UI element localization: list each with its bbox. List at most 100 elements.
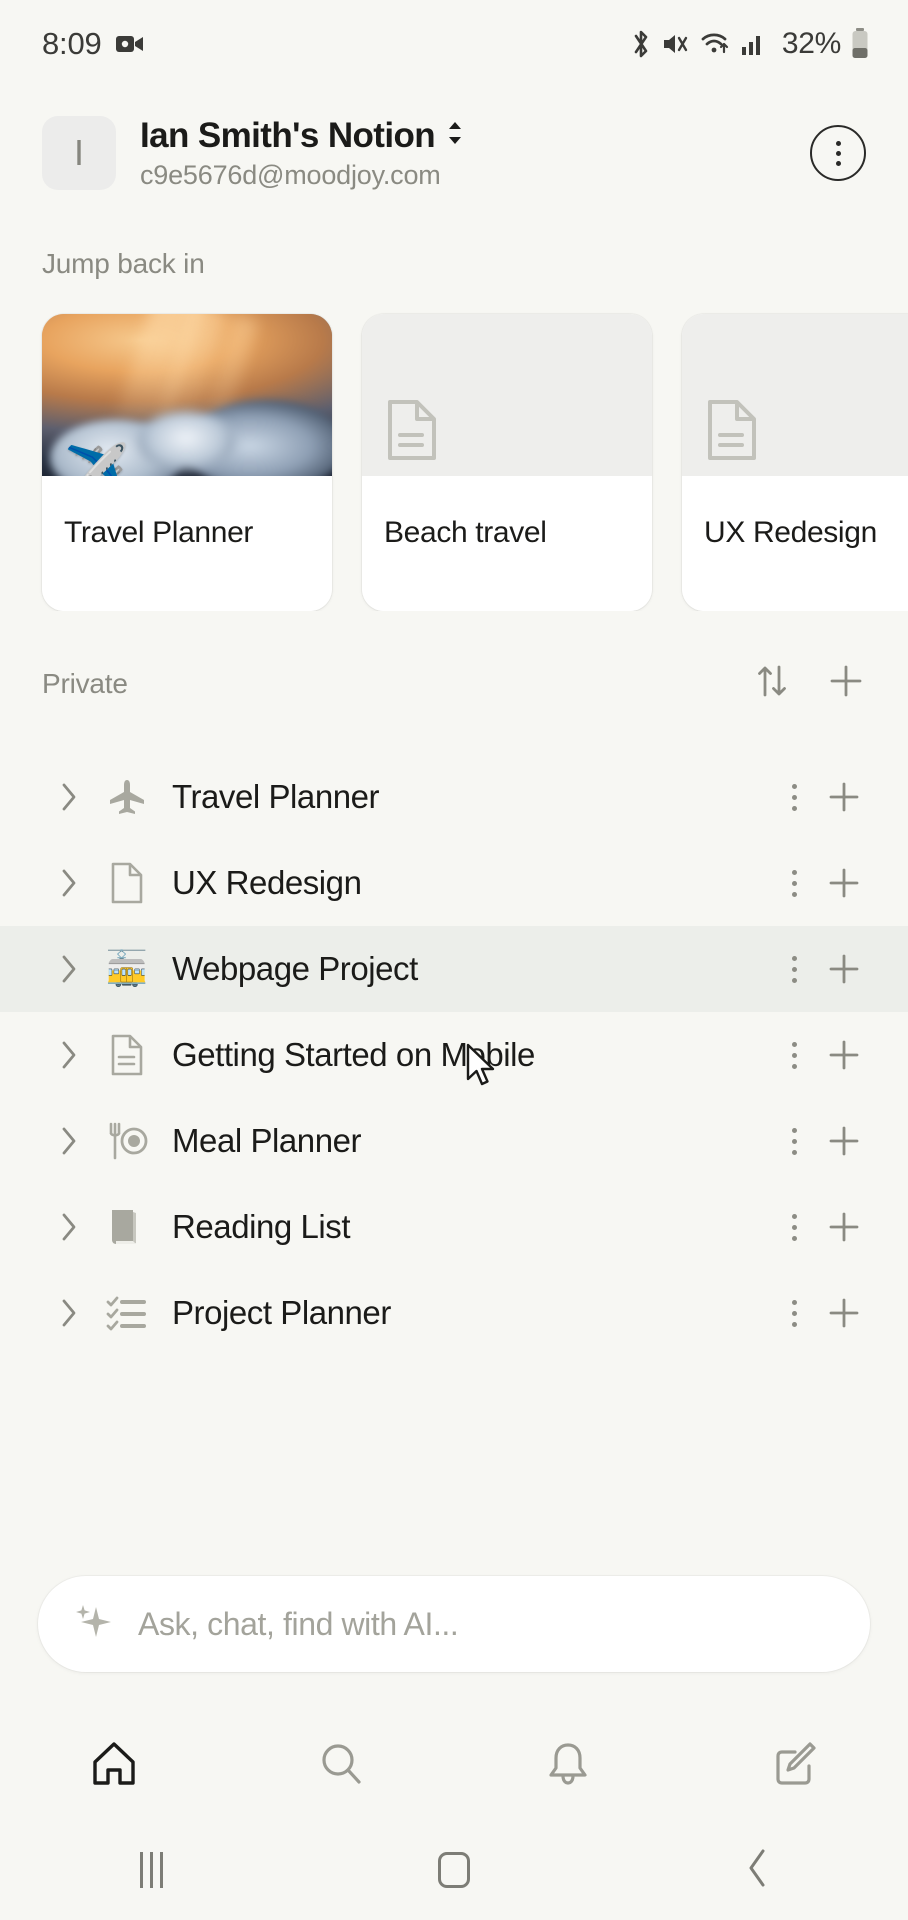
- sort-arrows-icon[interactable]: [752, 661, 792, 706]
- row-add-icon[interactable]: [816, 1294, 872, 1332]
- expand-chevron-icon[interactable]: [52, 866, 86, 900]
- checklist-icon: [104, 1293, 150, 1333]
- video-record-icon: [115, 34, 144, 54]
- expand-chevron-icon[interactable]: [52, 780, 86, 814]
- chevron-up-down-icon: [444, 118, 466, 153]
- card-title: Beach travel: [384, 516, 547, 549]
- account-header: I Ian Smith's Notion c9e5676d@moodjoy.co…: [0, 88, 908, 210]
- card-title: UX Redesign: [704, 516, 877, 549]
- more-options-icon[interactable]: [810, 125, 866, 181]
- jump-back-in-rail[interactable]: ✈️ Travel Planner Beach travel UX Redesi…: [0, 280, 908, 611]
- bluetooth-icon: [630, 28, 652, 60]
- account-email: c9e5676d@moodjoy.com: [140, 159, 441, 190]
- row-more-icon[interactable]: [772, 1299, 816, 1327]
- row-add-icon[interactable]: [816, 778, 872, 816]
- private-label: Private: [42, 667, 128, 699]
- airplane-icon: [104, 777, 150, 817]
- wifi-icon: [700, 30, 732, 58]
- private-actions: [752, 661, 866, 706]
- row-add-icon[interactable]: [816, 864, 872, 902]
- card-cover-placeholder: [362, 314, 652, 476]
- mute-icon: [661, 29, 691, 59]
- list-item[interactable]: Getting Started on Mobile: [0, 1012, 908, 1098]
- workspace-name: Ian Smith's Notion: [140, 115, 436, 155]
- page-icon: [104, 862, 150, 904]
- list-item-label: Webpage Project: [172, 950, 418, 987]
- document-icon: [386, 399, 438, 466]
- list-item-label: Reading List: [172, 1208, 351, 1245]
- status-bar-left: 8:09: [42, 26, 144, 62]
- android-recents-button[interactable]: [0, 1852, 303, 1888]
- jump-back-in-card[interactable]: ✈️ Travel Planner: [42, 314, 332, 611]
- status-bar: 8:09 32%: [0, 0, 908, 88]
- row-add-icon[interactable]: [816, 1208, 872, 1246]
- battery-icon: [850, 28, 870, 60]
- avatar-letter: I: [73, 132, 84, 173]
- tram-icon: 🚋: [105, 950, 149, 988]
- private-section-header: Private: [0, 611, 908, 706]
- list-item-label: Project Planner: [172, 1294, 391, 1331]
- account-text-block: Ian Smith's Notion c9e5676d@moodjoy.com: [140, 116, 798, 191]
- list-item[interactable]: 🚋 Webpage Project: [0, 926, 908, 1012]
- row-more-icon[interactable]: [772, 1127, 816, 1155]
- android-navigation-bar: [0, 1820, 908, 1920]
- row-more-icon[interactable]: [772, 869, 816, 897]
- row-add-icon[interactable]: [816, 950, 872, 988]
- row-add-icon[interactable]: [816, 1036, 872, 1074]
- jump-back-in-card[interactable]: Beach travel: [362, 314, 652, 611]
- row-add-icon[interactable]: [816, 1122, 872, 1160]
- ai-search-input[interactable]: Ask, chat, find with AI...: [38, 1576, 870, 1672]
- ai-input-placeholder: Ask, chat, find with AI...: [138, 1605, 459, 1642]
- list-item[interactable]: Project Planner: [0, 1270, 908, 1356]
- list-item[interactable]: UX Redesign: [0, 840, 908, 926]
- list-item-label: UX Redesign: [172, 864, 362, 901]
- nav-home[interactable]: [0, 1738, 227, 1790]
- private-page-list: Travel Planner UX Redesign 🚋 Webpage Pro…: [0, 754, 908, 1356]
- back-chevron-icon: [743, 1846, 771, 1895]
- expand-chevron-icon[interactable]: [52, 1296, 86, 1330]
- jump-back-in-card[interactable]: UX Redesign: [682, 314, 908, 611]
- airplane-icon: ✈️: [64, 443, 129, 476]
- nav-new-page[interactable]: [681, 1738, 908, 1790]
- card-body: Beach travel: [362, 476, 652, 611]
- closed-book-icon: [104, 1207, 150, 1247]
- list-item-label: Travel Planner: [172, 778, 380, 815]
- battery-percent: 32%: [781, 27, 841, 60]
- row-more-icon[interactable]: [772, 1213, 816, 1241]
- android-home-button[interactable]: [303, 1852, 606, 1888]
- status-time: 8:09: [42, 26, 102, 61]
- card-cover-placeholder: [682, 314, 908, 476]
- list-item-label: Getting Started on Mobile: [172, 1036, 535, 1073]
- ai-sparkle-icon: [72, 1601, 114, 1648]
- list-item[interactable]: Meal Planner: [0, 1098, 908, 1184]
- ai-bar-container: Ask, chat, find with AI...: [0, 1576, 908, 1672]
- row-more-icon[interactable]: [772, 955, 816, 983]
- list-item-label: Meal Planner: [172, 1122, 362, 1159]
- avatar[interactable]: I: [42, 116, 116, 190]
- android-back-button[interactable]: [605, 1846, 908, 1895]
- document-icon: [706, 399, 758, 466]
- plus-icon[interactable]: [826, 661, 866, 706]
- card-body: Travel Planner: [42, 476, 332, 611]
- expand-chevron-icon[interactable]: [52, 1210, 86, 1244]
- row-more-icon[interactable]: [772, 783, 816, 811]
- card-body: UX Redesign: [682, 476, 908, 611]
- document-lines-icon: [104, 1034, 150, 1076]
- jump-back-in-label: Jump back in: [42, 248, 205, 279]
- row-more-icon[interactable]: [772, 1041, 816, 1069]
- expand-chevron-icon[interactable]: [52, 1038, 86, 1072]
- recents-icon: [139, 1852, 163, 1888]
- workspace-switcher[interactable]: Ian Smith's Notion: [140, 116, 798, 156]
- expand-chevron-icon[interactable]: [52, 952, 86, 986]
- list-item[interactable]: Reading List: [0, 1184, 908, 1270]
- nav-search[interactable]: [227, 1738, 454, 1790]
- card-title: Travel Planner: [64, 516, 254, 549]
- expand-chevron-icon[interactable]: [52, 1124, 86, 1158]
- nav-inbox[interactable]: [454, 1738, 681, 1790]
- list-item[interactable]: Travel Planner: [0, 754, 908, 840]
- cellular-signal-icon: [741, 31, 767, 57]
- fork-knife-plate-icon: [104, 1120, 150, 1162]
- status-bar-right: 32%: [630, 27, 870, 61]
- home-square-icon: [438, 1852, 470, 1888]
- bottom-navigation: [0, 1710, 908, 1818]
